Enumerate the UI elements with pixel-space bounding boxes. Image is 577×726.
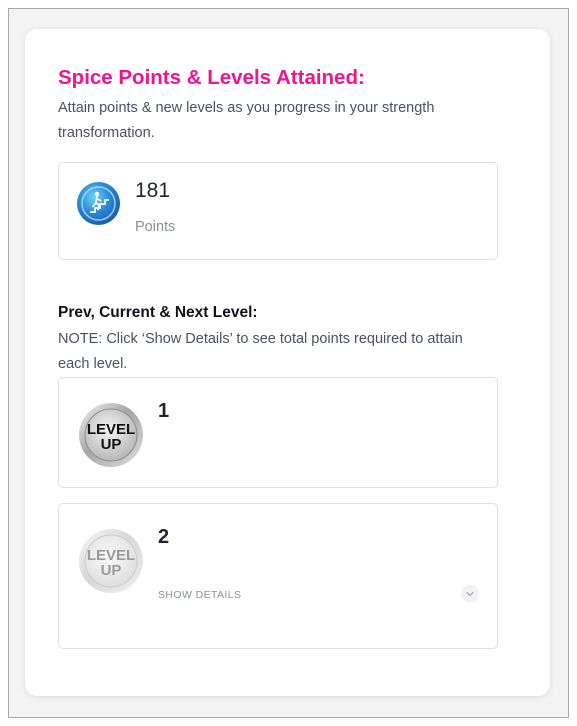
page-title: Spice Points & Levels Attained: (58, 66, 365, 89)
expand-details-button[interactable] (461, 585, 479, 603)
level-card: LEVEL UP 1 (58, 377, 498, 488)
page-subtitle: Attain points & new levels as you progre… (58, 100, 435, 141)
level-up-badge-icon: LEVEL UP (79, 529, 143, 593)
level-up-badge-icon: LEVEL UP (79, 403, 143, 467)
level-number: 2 (158, 526, 170, 548)
points-label: Points (135, 219, 176, 235)
chevron-down-icon (466, 591, 474, 597)
badge-text-line2: UP (101, 562, 122, 579)
points-value: 181 (135, 179, 171, 202)
levels-section-title: Prev, Current & Next Level: (58, 304, 258, 321)
levels-section-note: NOTE: Click ‘Show Details’ to see total … (58, 331, 463, 372)
show-details-link[interactable]: SHOW DETAILS (158, 589, 241, 601)
stair-climber-icon (77, 182, 120, 225)
level-card: LEVEL UP 2 SHOW DETAILS (58, 503, 498, 649)
badge-text-line2: UP (101, 436, 122, 453)
level-number: 1 (158, 400, 170, 422)
points-summary-box: 181 Points (58, 162, 498, 260)
